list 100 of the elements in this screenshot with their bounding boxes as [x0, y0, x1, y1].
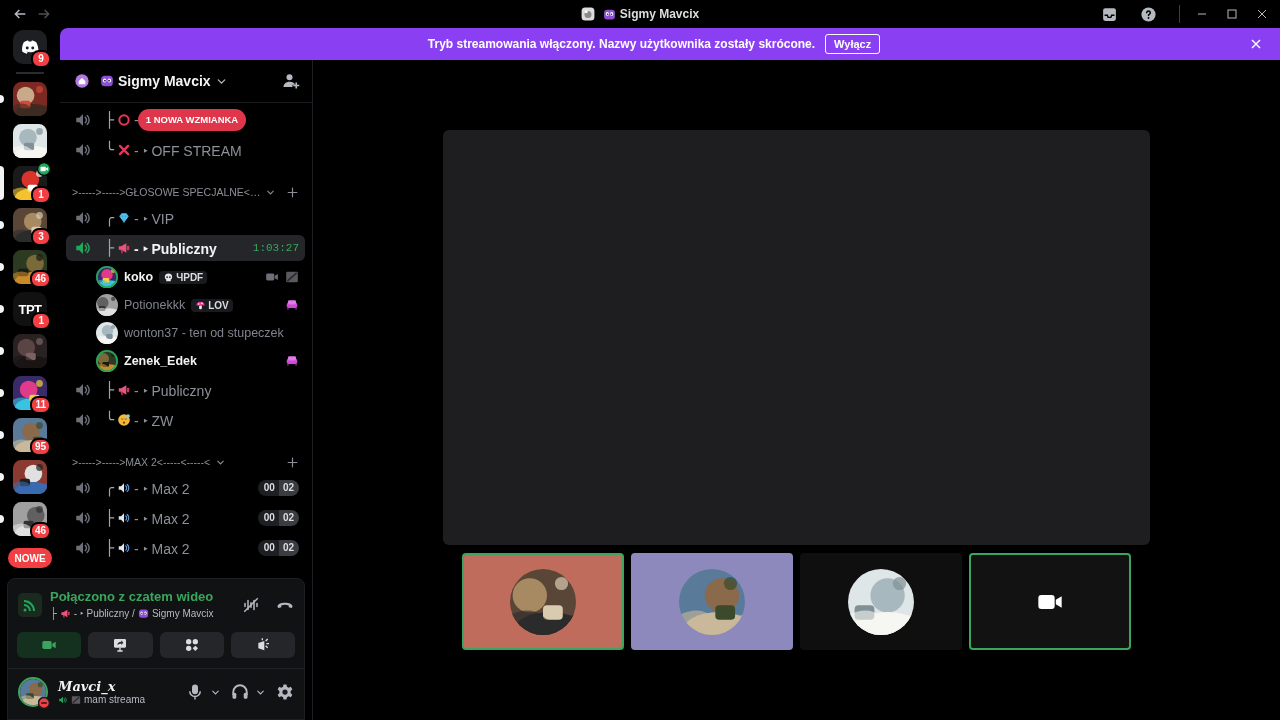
channel-name: - ‣ Max 2	[134, 479, 190, 498]
voice-channel[interactable]: ├ - ‣ Max 2 00 02	[66, 535, 305, 561]
channel-name: -	[134, 112, 139, 128]
server-icon[interactable]: 11	[13, 376, 47, 410]
mushroom-icon	[195, 299, 207, 311]
screen-share-icon	[112, 637, 129, 653]
channel-name: - ‣ VIP	[134, 209, 175, 228]
notification-badge: 1	[31, 312, 51, 330]
user-avatar[interactable]	[18, 677, 48, 707]
alien-emoji-icon	[602, 7, 616, 21]
disable-button[interactable]: Wyłącz	[825, 34, 881, 54]
server-icon[interactable]: 46	[13, 502, 47, 536]
channel-name: - ‣ Publiczny	[134, 239, 217, 258]
member-name: wonton37 - ten od stupeczek	[124, 326, 284, 340]
server-icon[interactable]	[13, 460, 47, 494]
video-tile[interactable]	[800, 553, 962, 650]
camera-button[interactable]	[17, 632, 82, 658]
noise-suppression-icon[interactable]	[242, 595, 260, 614]
settings-icon[interactable]	[276, 683, 294, 701]
maximize-icon[interactable]	[1224, 6, 1240, 22]
user-count: 00	[257, 540, 279, 556]
shapes-icon	[183, 637, 200, 653]
speaker-emoji-icon	[117, 541, 132, 555]
video-tile[interactable]	[462, 553, 624, 650]
notification-badge: 9	[31, 50, 51, 68]
circle-emoji-icon	[117, 113, 132, 127]
server-icon[interactable]	[13, 124, 47, 158]
user-count: 00	[257, 480, 279, 496]
server-icon[interactable]	[13, 82, 47, 116]
notification-badge: 46	[29, 522, 51, 540]
share-screen-button[interactable]	[88, 632, 153, 658]
voice-channel[interactable]: ├ - 1 NOWA WZMIANKA	[66, 107, 305, 133]
user-limit-value: 02	[278, 540, 299, 556]
member-name: Potionekkk	[124, 298, 186, 312]
server-link[interactable]: Sigmy Mavcix	[151, 607, 214, 619]
speaker-icon	[58, 694, 68, 705]
cross-emoji-icon	[117, 143, 132, 157]
microphone-icon[interactable]	[186, 683, 204, 701]
server-thumbnail-icon	[580, 7, 595, 21]
alien-emoji-icon	[100, 74, 114, 88]
skull-icon	[163, 271, 175, 283]
activities-button[interactable]	[159, 632, 224, 658]
house-icon	[74, 73, 90, 89]
channel-name: - ‣ Max 2	[134, 539, 190, 558]
tree-branch: ├	[105, 239, 115, 257]
tree-branch: ├	[105, 111, 115, 129]
call-timer: 1:03:27	[252, 242, 299, 254]
notification-badge: 3	[31, 228, 51, 246]
voice-channel[interactable]: ╰ - ‣ OFF STREAM	[66, 137, 305, 163]
help-icon[interactable]	[1140, 5, 1157, 23]
voice-channel[interactable]: ├ - ‣ Publiczny 1:03:27	[66, 235, 305, 261]
megaphone-emoji-icon	[117, 383, 132, 397]
video-tile[interactable]	[969, 553, 1131, 650]
server-icon[interactable]: 95	[13, 418, 47, 452]
soundboard-button[interactable]	[230, 632, 295, 658]
alien-emoji-icon	[137, 607, 149, 619]
window-title: Sigmy Mavcix	[619, 7, 700, 21]
add-member-icon[interactable]	[282, 72, 300, 90]
channel-name: - ‣ OFF STREAM	[134, 141, 242, 160]
category-header[interactable]: >----->----->MAX 2<-----<-----<	[72, 456, 211, 468]
voice-member[interactable]: koko ЧPDF	[66, 264, 305, 290]
sleepy-face-emoji-icon	[117, 413, 132, 427]
notification-badge: 11	[30, 396, 51, 414]
voice-channel[interactable]: ╭ - ‣ Max 2 00 02	[66, 475, 305, 501]
signal-icon[interactable]	[18, 592, 42, 617]
user-limit-value: 02	[278, 510, 299, 526]
voice-channel[interactable]: ╰ - ‣ ZW	[66, 407, 305, 433]
gem-emoji-icon	[117, 211, 132, 225]
server-header[interactable]: Sigmy Mavcix	[60, 60, 312, 103]
banner-message: Tryb streamowania włączony. Nazwy użytkownika zostały skrócone.	[427, 37, 816, 51]
selected-indicator	[0, 166, 4, 200]
member-name: Zenek_Edek	[124, 354, 197, 368]
tree-branch: ╰	[105, 411, 115, 429]
video-tile[interactable]	[631, 553, 793, 650]
server-icon[interactable]: 46	[13, 250, 47, 284]
voice-channel[interactable]: ├ - ‣ Max 2 00 02	[66, 505, 305, 531]
channel-name: - ‣ ZW	[134, 411, 174, 430]
voice-member[interactable]: wonton37 - ten od stupeczek	[66, 320, 305, 346]
notification-badge: 1	[31, 186, 51, 204]
server-icon[interactable]: 1	[13, 166, 47, 200]
server-icon[interactable]: 3	[13, 208, 47, 242]
megaphone-emoji-icon	[59, 607, 71, 619]
tree-branch: ├	[105, 381, 115, 399]
headphones-icon[interactable]	[231, 683, 249, 701]
connection-status: Połączono z czatem wideo	[50, 589, 214, 604]
voice-channel[interactable]: ╭ - ‣ VIP	[66, 205, 305, 231]
channel-link[interactable]: - ‣ Publiczny /	[73, 606, 135, 620]
voice-channel[interactable]: ├ - ‣ Publiczny	[66, 377, 305, 403]
voice-member[interactable]: Potionekkk LOV	[66, 292, 305, 318]
tree-branch: ├	[105, 509, 115, 527]
channel-name: - ‣ Max 2	[134, 509, 190, 528]
username: Mavci_x	[58, 679, 116, 694]
new-messages-button[interactable]: NOWE	[8, 548, 52, 568]
category-header[interactable]: >----->----->GŁOSOWE SPECJALNE<…	[72, 186, 261, 198]
voice-member[interactable]: Zenek_Edek	[66, 348, 305, 374]
inbox-icon[interactable]	[1101, 5, 1118, 23]
server-name: Sigmy Mavcix	[118, 73, 211, 89]
member-name: koko	[124, 270, 154, 284]
add-channel-icon[interactable]	[286, 455, 299, 469]
add-channel-icon[interactable]	[286, 185, 299, 199]
